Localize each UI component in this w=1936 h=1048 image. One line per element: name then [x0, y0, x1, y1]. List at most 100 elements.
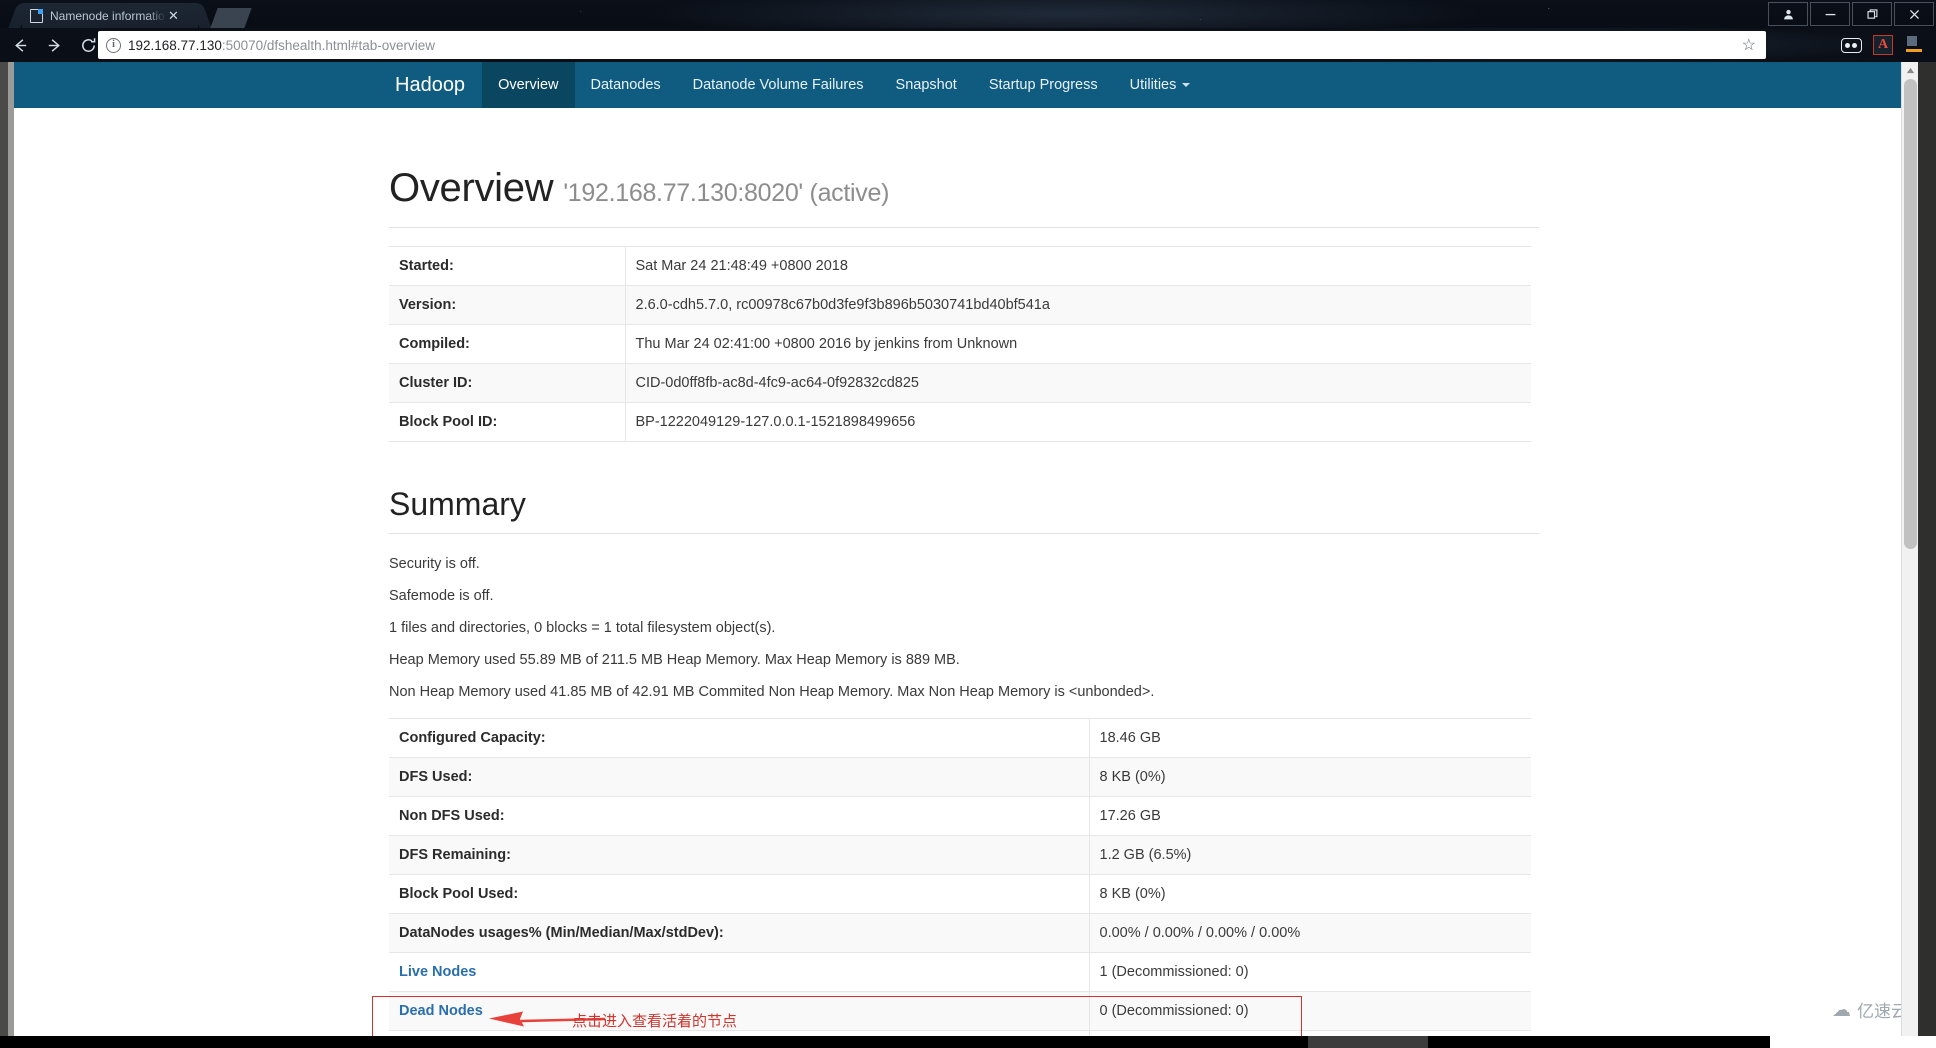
- navbar-brand[interactable]: Hadoop: [378, 62, 482, 108]
- row-key: Cluster ID:: [389, 363, 625, 403]
- browser-toolbar: i 192.168.77.130:50070/dfshealth.html#ta…: [0, 28, 1936, 62]
- minimize-button[interactable]: [1810, 2, 1850, 26]
- live-nodes-link[interactable]: Live Nodes: [399, 964, 476, 980]
- row-value: BP-1222049129-127.0.0.1-1521898499656: [624, 402, 1531, 442]
- table-row-dead-nodes: Dead Nodes 0 (Decommissioned: 0): [389, 991, 1531, 1031]
- row-key: Version:: [389, 285, 625, 325]
- close-button[interactable]: [1894, 2, 1934, 26]
- row-key: Started:: [389, 246, 625, 286]
- summary-line: 1 files and directories, 0 blocks = 1 to…: [389, 620, 776, 636]
- forward-button[interactable]: [40, 31, 68, 59]
- page-title: Overview '192.168.77.130:8020' (active): [389, 108, 1539, 211]
- nav-item-datanode-volume-failures[interactable]: Datanode Volume Failures: [677, 62, 880, 108]
- table-row-live-nodes: Live Nodes 1 (Decommissioned: 0): [389, 952, 1531, 992]
- row-value: 8 KB (0%): [1088, 874, 1531, 914]
- table-row: Block Pool Used: 8 KB (0%): [389, 874, 1531, 914]
- cloud-icon: ☁: [1832, 998, 1851, 1021]
- url-path: :50070/dfshealth.html#tab-overview: [221, 37, 435, 53]
- summary-line: Heap Memory used 55.89 MB of 211.5 MB He…: [389, 652, 960, 668]
- site-info-icon[interactable]: i: [106, 37, 121, 53]
- table-row: Version: 2.6.0-cdh5.7.0, rc00978c67b0d3f…: [389, 285, 1531, 325]
- table-row: Non DFS Used: 17.26 GB: [389, 796, 1531, 836]
- nav-item-utilities[interactable]: Utilities: [1114, 62, 1207, 108]
- extension-icons: A: [1840, 31, 1934, 59]
- row-value: Sat Mar 24 21:48:49 +0800 2018: [624, 246, 1531, 286]
- scrollbar-thumb[interactable]: [1904, 79, 1917, 549]
- row-key: Compiled:: [389, 324, 625, 364]
- goggles-extension-icon[interactable]: [1840, 34, 1862, 56]
- overview-info-table: Started: Sat Mar 24 21:48:49 +0800 2018 …: [389, 246, 1531, 442]
- row-value: 8 KB (0%): [1088, 757, 1531, 797]
- row-value: 1 (Decommissioned: 0): [1088, 952, 1531, 992]
- row-key: DataNodes usages% (Min/Median/Max/stdDev…: [389, 913, 1089, 953]
- table-row: DFS Used: 8 KB (0%): [389, 757, 1531, 797]
- hadoop-navbar: Hadoop Overview Datanodes Datanode Volum…: [14, 62, 1913, 108]
- vertical-scrollbar[interactable]: [1901, 62, 1918, 1036]
- row-value: 2.6.0-cdh5.7.0, rc00978c67b0d3fe9f3b896b…: [624, 285, 1531, 325]
- table-row: DataNodes usages% (Min/Median/Max/stdDev…: [389, 913, 1531, 953]
- summary-line: Non Heap Memory used 41.85 MB of 42.91 M…: [389, 684, 1155, 700]
- table-row: Configured Capacity: 18.46 GB: [389, 718, 1531, 758]
- row-key: Non DFS Used:: [389, 796, 1089, 836]
- summary-stats-table: Configured Capacity: 18.46 GB DFS Used: …: [389, 718, 1531, 1036]
- table-row: DFS Remaining: 1.2 GB (6.5%): [389, 835, 1531, 875]
- chevron-down-icon: [1182, 83, 1191, 87]
- url-text: 192.168.77.130:50070/dfshealth.html#tab-…: [128, 38, 435, 53]
- window-frame-left: [0, 62, 14, 1036]
- summary-heading: Summary: [389, 442, 1539, 534]
- row-key: Live Nodes: [389, 952, 1089, 992]
- browser-tab[interactable]: Namenode information ✕: [22, 3, 198, 28]
- profile-button[interactable]: [1768, 2, 1808, 26]
- row-key: Configured Capacity:: [389, 718, 1089, 758]
- row-value: Thu Mar 24 02:41:00 +0800 2016 by jenkin…: [624, 324, 1531, 364]
- nav-item-utilities-label: Utilities: [1129, 77, 1177, 93]
- close-tab-icon[interactable]: ✕: [168, 9, 179, 22]
- table-row: Cluster ID: CID-0d0ff8fb-ac8d-4fc9-ac64-…: [389, 363, 1531, 403]
- summary-line: Security is off.: [389, 556, 480, 572]
- browser-window: Namenode information ✕ i 192.168.77.130:…: [0, 0, 1936, 1036]
- row-value: 0.00% / 0.00% / 0.00% / 0.00%: [1088, 913, 1531, 953]
- back-button[interactable]: [6, 31, 34, 59]
- page-icon: [30, 8, 43, 23]
- summary-text-block: Security is off. Safemode is off. 1 file…: [389, 556, 1539, 700]
- taskbar: [0, 1036, 1936, 1048]
- nav-item-datanodes[interactable]: Datanodes: [575, 62, 677, 108]
- taskbar-tray[interactable]: [1770, 1036, 1936, 1048]
- page-title-text: Overview: [389, 166, 554, 210]
- browser-tab-title: Namenode information: [50, 8, 166, 23]
- row-value: 0 (Decommissioned: 0): [1088, 991, 1531, 1031]
- nav-item-startup-progress[interactable]: Startup Progress: [973, 62, 1114, 108]
- row-key: Dead Nodes: [389, 991, 1089, 1031]
- url-host: 192.168.77.130: [128, 37, 222, 53]
- table-row: Block Pool ID: BP-1222049129-127.0.0.1-1…: [389, 402, 1531, 442]
- scroll-up-arrow-icon[interactable]: [1902, 62, 1918, 79]
- watermark: ☁ 亿速云: [1832, 997, 1908, 1023]
- browser-tab-strip: Namenode information ✕: [0, 0, 1936, 28]
- nav-item-overview[interactable]: Overview: [482, 62, 575, 108]
- row-value: 1.2 GB (6.5%): [1088, 835, 1531, 875]
- summary-line: Safemode is off.: [389, 588, 494, 604]
- nav-item-snapshot[interactable]: Snapshot: [880, 62, 973, 108]
- restore-button[interactable]: [1852, 2, 1892, 26]
- table-row: Compiled: Thu Mar 24 02:41:00 +0800 2016…: [389, 324, 1531, 364]
- window-controls: [1768, 1, 1934, 27]
- page-content: Overview '192.168.77.130:8020' (active) S…: [389, 108, 1539, 1036]
- row-key: Block Pool Used:: [389, 874, 1089, 914]
- page-title-subtext: '192.168.77.130:8020' (active): [563, 179, 890, 207]
- address-bar[interactable]: i 192.168.77.130:50070/dfshealth.html#ta…: [98, 31, 1766, 59]
- row-key: DFS Remaining:: [389, 835, 1089, 875]
- table-row: Started: Sat Mar 24 21:48:49 +0800 2018: [389, 246, 1531, 286]
- pdf-extension-icon[interactable]: A: [1872, 34, 1894, 56]
- download-arrow-icon[interactable]: [1904, 34, 1926, 56]
- window-frame-right: [1918, 62, 1936, 1036]
- new-tab-button[interactable]: [210, 8, 252, 28]
- row-value: 18.46 GB: [1088, 718, 1531, 758]
- dead-nodes-link[interactable]: Dead Nodes: [399, 1003, 483, 1019]
- row-key: Block Pool ID:: [389, 402, 625, 442]
- row-key: DFS Used:: [389, 757, 1089, 797]
- row-value: CID-0d0ff8fb-ac8d-4fc9-ac64-0f92832cd825: [624, 363, 1531, 403]
- taskbar-item[interactable]: [1308, 1036, 1428, 1048]
- page-viewport: Hadoop Overview Datanodes Datanode Volum…: [0, 62, 1936, 1036]
- row-value: 17.26 GB: [1088, 796, 1531, 836]
- bookmark-star-icon[interactable]: ☆: [1742, 35, 1756, 55]
